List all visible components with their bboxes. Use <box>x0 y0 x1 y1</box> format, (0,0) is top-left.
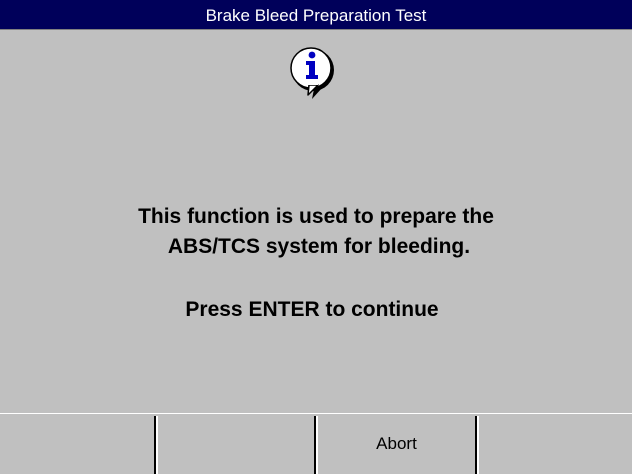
softkey-4[interactable] <box>479 414 632 474</box>
softkey-1[interactable] <box>0 414 154 474</box>
message-line-1: This function is used to prepare the <box>138 205 494 228</box>
scan-tool-screen: Brake Bleed Preparation Test This functi… <box>0 0 632 474</box>
dialog-area: This function is used to prepare the ABS… <box>0 30 632 413</box>
message-line-2: ABS/TCS system for bleeding. <box>167 235 471 258</box>
message-spacer <box>0 262 632 295</box>
enter-prompt: Press ENTER to continue <box>185 298 439 321</box>
info-icon <box>290 47 334 99</box>
title-bar: Brake Bleed Preparation Test <box>0 0 632 30</box>
softkey-bar: Abort <box>0 413 632 474</box>
abort-button[interactable]: Abort <box>318 414 475 474</box>
window-title: Brake Bleed Preparation Test <box>205 6 427 25</box>
softkey-2[interactable] <box>158 414 314 474</box>
abort-button-label: Abort <box>376 434 417 453</box>
dialog-message: This function is used to prepare the ABS… <box>0 202 632 325</box>
